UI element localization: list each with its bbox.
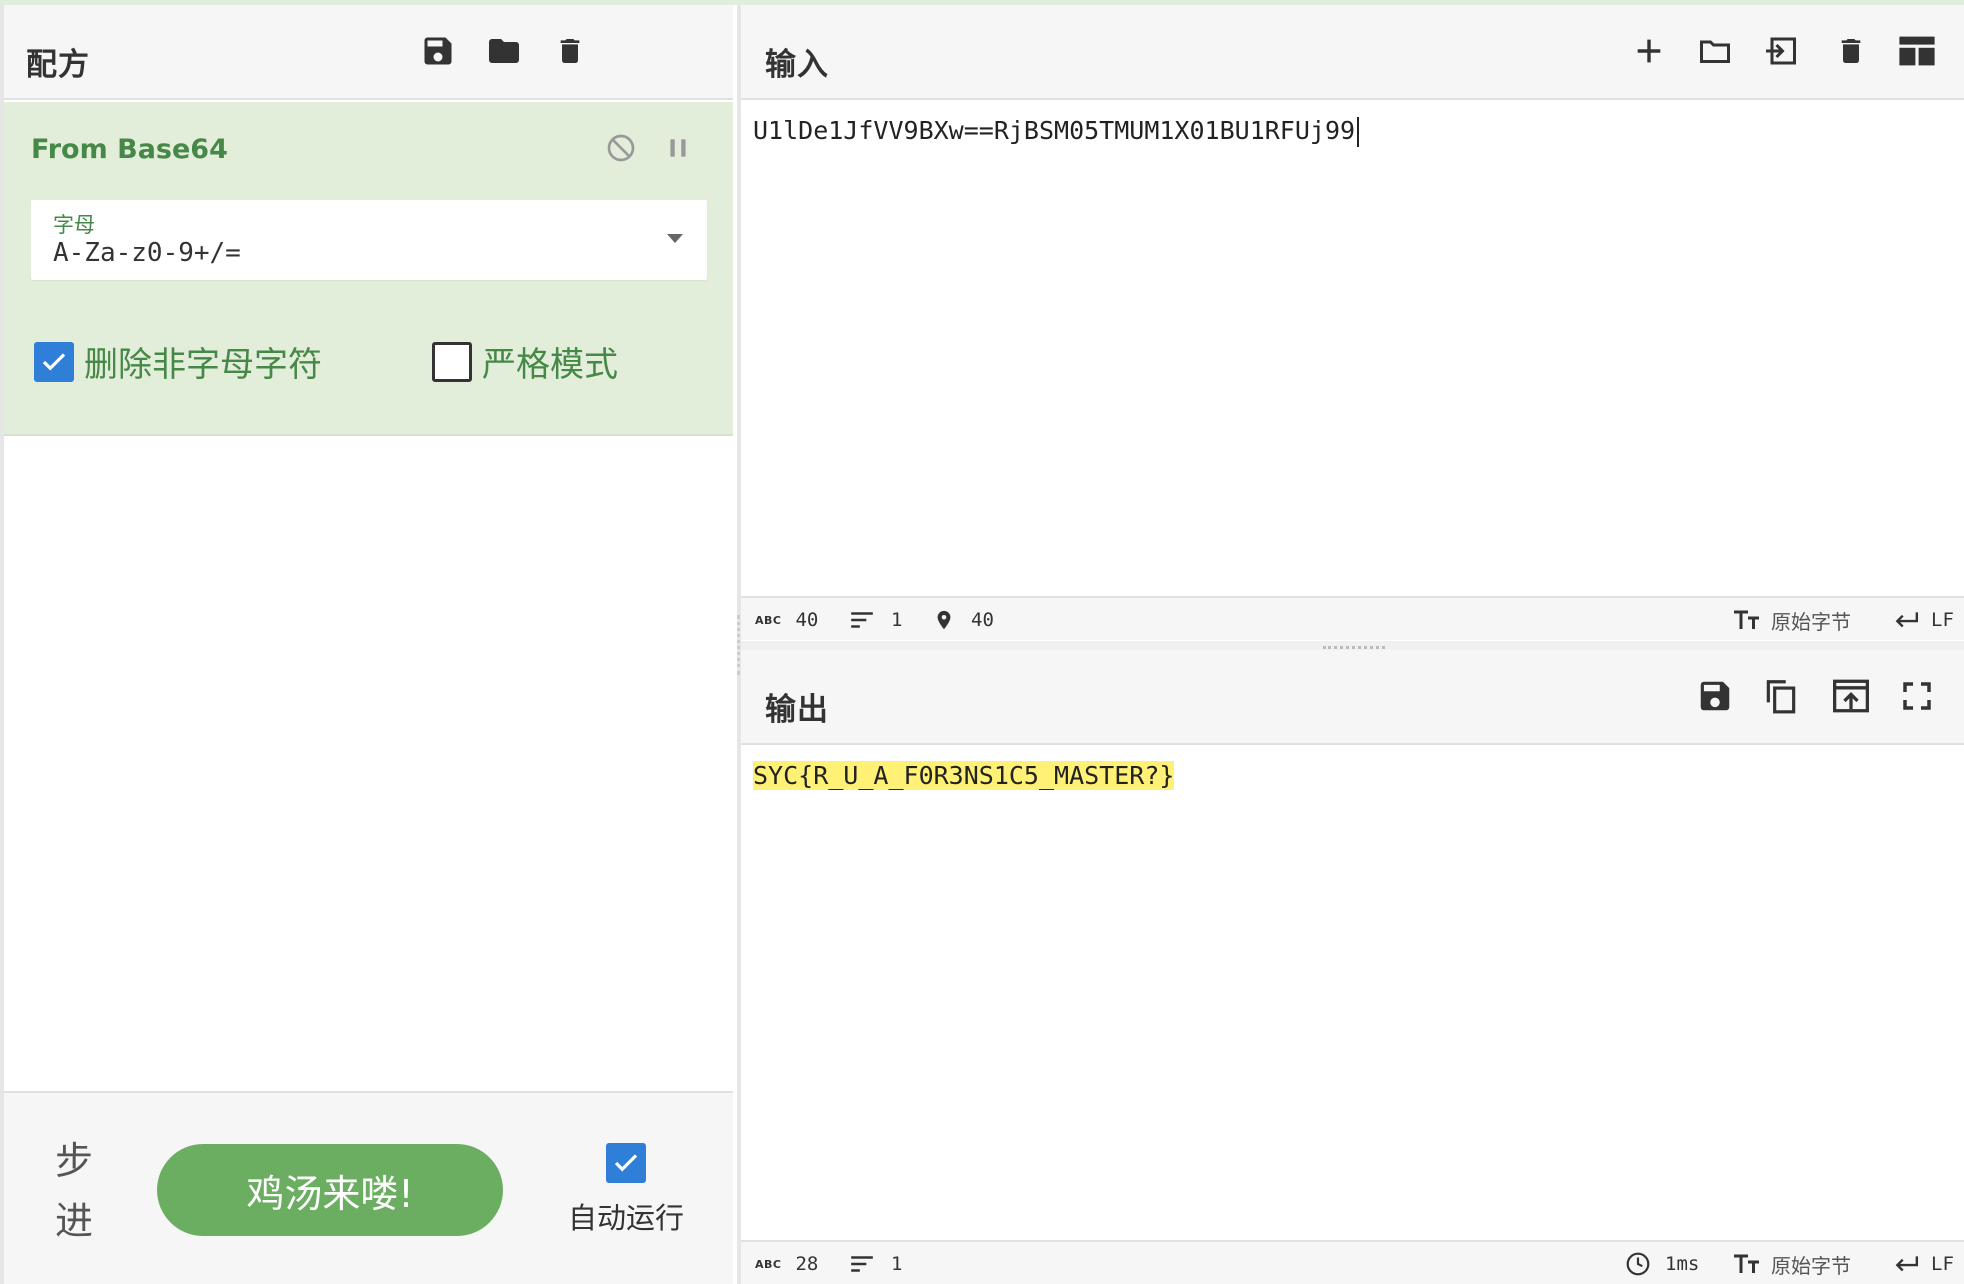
save-output-button[interactable] <box>1691 672 1739 720</box>
input-eol: LF <box>1931 609 1954 631</box>
input-textarea[interactable]: U1lDe1JfVV9BXw==RjBSM05TMUM1X01BU1RFUj99 <box>741 102 1964 596</box>
clear-recipe-button[interactable] <box>546 27 594 75</box>
text-format-icon <box>1734 1254 1759 1273</box>
recipe-pane: 配方 From Base64 字母 A-Za-z0-9+/= 删除非字母字符 严… <box>0 5 733 1284</box>
save-icon <box>1700 681 1730 711</box>
operation-from-base64: From Base64 字母 A-Za-z0-9+/= 删除非字母字符 严格模式 <box>4 102 733 436</box>
remove-non-alphabet-label: 删除非字母字符 <box>84 345 322 385</box>
abc-icon: ABC <box>755 613 782 627</box>
open-folder-button[interactable] <box>1691 27 1739 75</box>
check-icon <box>42 352 66 371</box>
folder-icon <box>1700 40 1730 63</box>
check-icon <box>614 1154 638 1172</box>
recipe-title: 配方 <box>26 47 90 83</box>
step-button[interactable]: 步进 <box>52 1131 96 1251</box>
output-text[interactable]: SYC{R_U_A_F0R3NS1C5_MASTER?} <box>753 761 1175 790</box>
copy-icon <box>1766 680 1796 714</box>
input-position-stat: 40 <box>933 598 994 642</box>
checkbox-unchecked[interactable] <box>432 341 472 382</box>
remove-non-alphabet-checkbox[interactable]: 删除非字母字符 <box>34 337 322 386</box>
splitter-grip <box>1323 646 1385 649</box>
recipe-header: 配方 <box>4 5 733 100</box>
replace-input-icon <box>1833 679 1869 713</box>
plus-icon <box>1637 39 1661 63</box>
open-file-button[interactable] <box>1757 27 1805 75</box>
output-area[interactable]: SYC{R_U_A_F0R3NS1C5_MASTER?} <box>741 747 1964 1240</box>
pane-resize-handle[interactable] <box>737 615 740 675</box>
output-eol: LF <box>1931 1253 1954 1275</box>
output-time-stat: 1ms <box>1625 1242 1699 1284</box>
lines-icon <box>851 1256 873 1272</box>
return-icon <box>1895 1256 1919 1272</box>
lines-icon <box>851 612 873 628</box>
output-title: 输出 <box>765 692 829 728</box>
layout-icon <box>1899 36 1935 66</box>
output-encoding: 原始字节 <box>1771 1253 1851 1278</box>
output-text-value: SYC{R_U_A_F0R3NS1C5_MASTER?} <box>753 761 1175 790</box>
add-input-tab-button[interactable] <box>1625 27 1673 75</box>
input-title: 输入 <box>765 47 829 83</box>
folder-icon <box>489 39 519 63</box>
trash-icon <box>560 39 580 63</box>
input-eol-button[interactable]: LF <box>1893 598 1954 642</box>
open-input-icon <box>1766 37 1796 65</box>
bake-button[interactable]: 鸡汤来喽! <box>157 1144 503 1236</box>
strict-mode-label: 严格模式 <box>482 345 618 385</box>
chevron-down-icon <box>667 234 683 243</box>
clock-icon <box>1626 1252 1650 1276</box>
checkbox-checked[interactable] <box>34 341 74 382</box>
input-text-value: U1lDe1JfVV9BXw==RjBSM05TMUM1X01BU1RFUj99 <box>753 116 1356 145</box>
output-length: 28 <box>795 1253 819 1275</box>
input-encoding: 原始字节 <box>1771 609 1851 634</box>
output-status-bar: ABC 28 1 1ms 原始字节 LF <box>741 1240 1964 1284</box>
load-recipe-button[interactable] <box>480 27 528 75</box>
input-text[interactable]: U1lDe1JfVV9BXw==RjBSM05TMUM1X01BU1RFUj99 <box>753 116 1360 147</box>
output-encoding-button[interactable]: 原始字节 <box>1733 1242 1851 1284</box>
input-status-bar: ABC 40 1 40 原始字节 LF <box>741 596 1964 640</box>
save-icon <box>424 37 452 65</box>
output-lines: 1 <box>891 1253 903 1275</box>
save-recipe-button[interactable] <box>414 27 462 75</box>
pause-icon <box>670 139 686 157</box>
output-header: 输出 <box>741 650 1964 745</box>
fullscreen-icon <box>1903 682 1931 710</box>
trash-icon <box>1841 39 1861 63</box>
text-cursor <box>1357 117 1360 147</box>
abc-icon: ABC <box>755 1257 782 1271</box>
auto-bake-label: 自动运行 <box>567 1201 684 1235</box>
copy-output-button[interactable] <box>1757 672 1805 720</box>
operation-title: From Base64 <box>31 134 228 165</box>
recipe-controls: 步进 鸡汤来喽! 自动运行 <box>4 1091 733 1284</box>
auto-bake-toggle[interactable]: 自动运行 <box>566 1143 686 1237</box>
disable-operation-button[interactable] <box>597 124 645 172</box>
alphabet-label: 字母 <box>53 213 95 237</box>
input-header: 输入 <box>741 5 1964 100</box>
return-icon <box>1895 612 1919 628</box>
clear-input-button[interactable] <box>1827 27 1875 75</box>
input-position: 40 <box>971 609 994 631</box>
replace-input-button[interactable] <box>1827 672 1875 720</box>
reset-layout-button[interactable] <box>1893 27 1941 75</box>
alphabet-select[interactable]: 字母 A-Za-z0-9+/= <box>31 200 707 280</box>
output-eol-button[interactable]: LF <box>1893 1242 1954 1284</box>
location-icon <box>937 610 951 630</box>
input-length-stat: ABC 40 <box>755 598 818 642</box>
breakpoint-button[interactable] <box>654 124 702 172</box>
strict-mode-checkbox[interactable]: 严格模式 <box>432 337 618 386</box>
io-pane: 输入 U1lDe1JfVV9BXw==RjBSM05TMUM1X01BU1RFU… <box>737 5 1964 1284</box>
auto-bake-checkbox[interactable] <box>606 1143 646 1183</box>
output-time: 1ms <box>1665 1253 1700 1275</box>
input-encoding-button[interactable]: 原始字节 <box>1733 598 1851 642</box>
text-format-icon <box>1734 610 1759 629</box>
input-lines-stat: 1 <box>849 598 902 642</box>
output-length-stat: ABC 28 <box>755 1242 818 1284</box>
disable-icon <box>607 134 635 162</box>
input-length: 40 <box>795 609 819 631</box>
output-lines-stat: 1 <box>849 1242 902 1284</box>
alphabet-value: A-Za-z0-9+/= <box>53 238 241 268</box>
input-lines: 1 <box>891 609 903 631</box>
maximise-output-button[interactable] <box>1893 672 1941 720</box>
